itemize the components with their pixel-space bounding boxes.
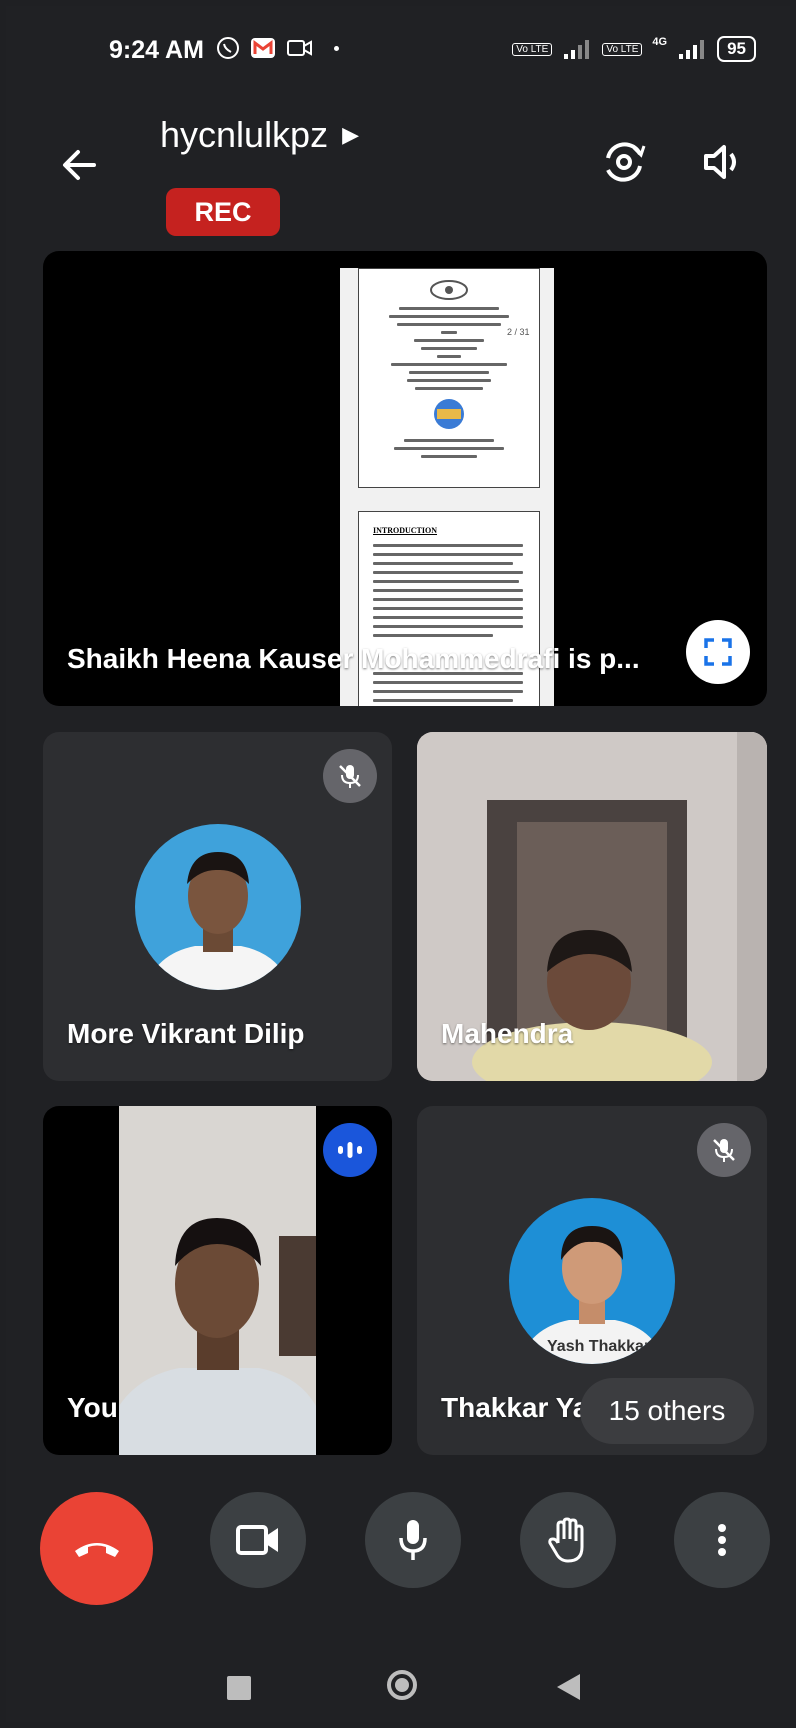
meeting-title[interactable]: hycnlulkpz ▶ xyxy=(160,114,359,156)
participant-tile[interactable]: Mahendra xyxy=(417,732,767,1081)
college-logo xyxy=(434,399,464,429)
back-nav-icon[interactable] xyxy=(554,1672,582,1702)
fullscreen-icon xyxy=(704,638,732,666)
recents-button[interactable] xyxy=(227,1676,251,1700)
avatar-caption: Yash Thakkar xyxy=(547,1338,651,1355)
hand-icon xyxy=(548,1517,584,1563)
participant-tile[interactable]: More Vikrant Dilip xyxy=(43,732,392,1081)
raise-hand-button[interactable] xyxy=(520,1492,616,1588)
audio-wave-icon xyxy=(338,1142,362,1158)
avatar: Yash Thakkar xyxy=(509,1198,675,1364)
others-count-button[interactable]: 15 others xyxy=(580,1378,754,1444)
presenter-label: Shaikh Heena Kauser Mohammedrafi is p... xyxy=(67,643,640,674)
mic-off-icon xyxy=(713,1139,735,1162)
leave-call-button[interactable] xyxy=(40,1492,153,1605)
switch-camera-icon[interactable] xyxy=(600,138,648,186)
volte-badge-2: Vo LTE xyxy=(602,42,643,56)
meeting-code: hycnlulkpz xyxy=(160,114,329,155)
presentation-tile[interactable]: 2 / 31 INTRODUCTION Shaikh Heena Kauser … xyxy=(43,251,767,706)
participant-name: Mahendra xyxy=(441,1018,574,1049)
status-bar: 9:24 AM Vo LTE Vo LTE 4G 95 xyxy=(0,0,796,100)
participant-tile-self[interactable]: You xyxy=(43,1106,392,1455)
system-nav-bar xyxy=(0,1660,796,1710)
hang-up-icon xyxy=(74,1542,119,1557)
dot-icon xyxy=(334,45,339,51)
document-page-2: INTRODUCTION xyxy=(358,511,540,706)
fullscreen-button[interactable] xyxy=(686,620,750,684)
home-button[interactable] xyxy=(387,1670,417,1700)
self-video xyxy=(119,1106,316,1455)
microphone-toggle-button[interactable] xyxy=(365,1492,461,1588)
document-page-1: 2 / 31 xyxy=(358,268,540,488)
document-heading: INTRODUCTION xyxy=(373,526,438,535)
back-arrow-icon[interactable] xyxy=(58,144,100,186)
whatsapp-icon xyxy=(217,37,239,59)
battery-indicator: 95 xyxy=(717,36,756,62)
university-logo xyxy=(430,280,468,300)
chevron-right-icon: ▶ xyxy=(342,122,360,147)
shared-document: 2 / 31 INTRODUCTION xyxy=(340,268,554,706)
camera-toggle-button[interactable] xyxy=(210,1492,306,1588)
more-options-button[interactable] xyxy=(674,1492,770,1588)
speaking-indicator xyxy=(323,1123,377,1177)
signal-icon xyxy=(564,40,590,59)
page-indicator: 2 / 31 xyxy=(507,327,530,337)
system-indicators: Vo LTE Vo LTE 4G 95 xyxy=(512,36,756,62)
speaker-icon[interactable] xyxy=(700,138,748,186)
more-vert-icon xyxy=(718,1524,726,1556)
status-time: 9:24 AM xyxy=(109,36,204,64)
participant-name: You xyxy=(67,1392,118,1423)
microphone-icon xyxy=(399,1520,427,1560)
mic-muted-indicator xyxy=(323,749,377,803)
video-notification-icon xyxy=(287,40,312,56)
notification-icons xyxy=(216,36,339,60)
mic-muted-indicator xyxy=(697,1123,751,1177)
volte-badge-1: Vo LTE xyxy=(512,42,553,56)
camera-icon xyxy=(236,1525,278,1555)
network-type: 4G xyxy=(652,36,668,48)
avatar xyxy=(135,824,301,990)
gmail-icon xyxy=(251,38,275,58)
mic-off-icon xyxy=(339,765,361,788)
participant-name: More Vikrant Dilip xyxy=(67,1018,305,1049)
recording-badge: REC xyxy=(166,188,280,236)
signal-icon-2 xyxy=(679,40,705,59)
